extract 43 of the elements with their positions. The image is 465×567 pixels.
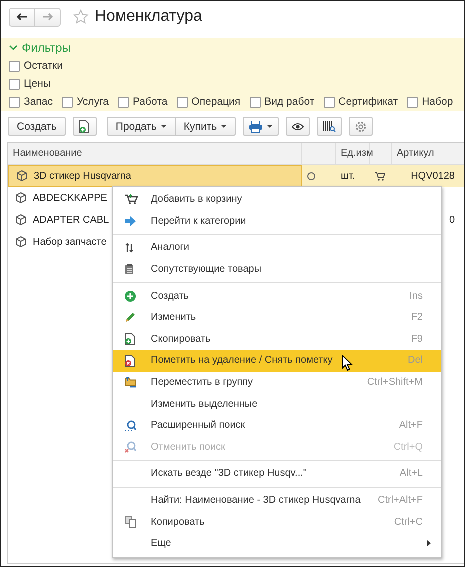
- menu-item-label: Пометить на удаление / Снять пометку: [151, 355, 333, 366]
- menu-item-label: Создать: [151, 290, 190, 302]
- shortcut-label: Del: [408, 355, 423, 366]
- checkbox-label: Сертификат: [338, 96, 398, 108]
- checkbox-label: Набор: [422, 96, 454, 108]
- shortcut-label: F9: [411, 334, 423, 345]
- shortcut-label: Ctrl+Q: [394, 442, 423, 453]
- table-cell: HQV0128: [411, 170, 455, 182]
- menu-item-label: Сопутствующие товары: [151, 264, 262, 276]
- menu-item-label: Скопировать: [151, 334, 211, 345]
- table-cell: 0: [449, 214, 455, 226]
- menu-item-label: Найти: Наименование - 3D стикер Husqvarna: [151, 495, 361, 506]
- checkbox-label: Цены: [24, 78, 51, 90]
- checkbox-label: Запас: [24, 96, 53, 108]
- menu-item-label: Изменить: [151, 312, 196, 324]
- menu-item-label: Добавить в корзину: [151, 194, 242, 206]
- checkbox-label: Работа: [133, 96, 168, 108]
- checkbox-label: Услуга: [76, 96, 110, 108]
- table-cell: ADAPTER CABL: [33, 214, 110, 226]
- table-cell: ABDECKKAPPE: [33, 192, 108, 204]
- shortcut-label: Ctrl+C: [394, 516, 423, 528]
- table-cell: Набор запчасте: [33, 236, 107, 248]
- menu-item-label: Изменить выделенные: [151, 398, 258, 410]
- shortcut-label: Alt+F: [399, 420, 423, 432]
- menu-item-label: Отменить поиск: [151, 442, 226, 453]
- menu-item-label: Расширенный поиск: [151, 420, 246, 432]
- shortcut-label: Ctrl+Alt+F: [378, 495, 423, 506]
- shortcut-label: Ctrl+Shift+M: [367, 377, 423, 388]
- menu-item-label: Аналоги: [151, 242, 190, 254]
- table-cell: 3D стикер Husqvarna: [34, 170, 132, 182]
- menu-item-label: Перейти к категории: [151, 216, 246, 227]
- shortcut-label: F2: [411, 312, 423, 324]
- checkbox-label: Вид работ: [264, 96, 315, 108]
- shortcut-label: Ins: [410, 290, 423, 302]
- menu-item-label: Переместить в группу: [151, 377, 254, 388]
- menu-item-label: Искать везде "3D стикер Husqv...": [151, 468, 307, 480]
- table-cell: шт.: [341, 170, 356, 182]
- checkbox-label: Операция: [192, 96, 241, 108]
- menu-item-label: Копировать: [151, 516, 205, 528]
- menu-item-label: Еще: [151, 538, 172, 550]
- window-title: Номенклатура: [95, 8, 202, 26]
- checkbox-label: Остатки: [24, 60, 63, 72]
- shortcut-label: Alt+L: [400, 468, 423, 480]
